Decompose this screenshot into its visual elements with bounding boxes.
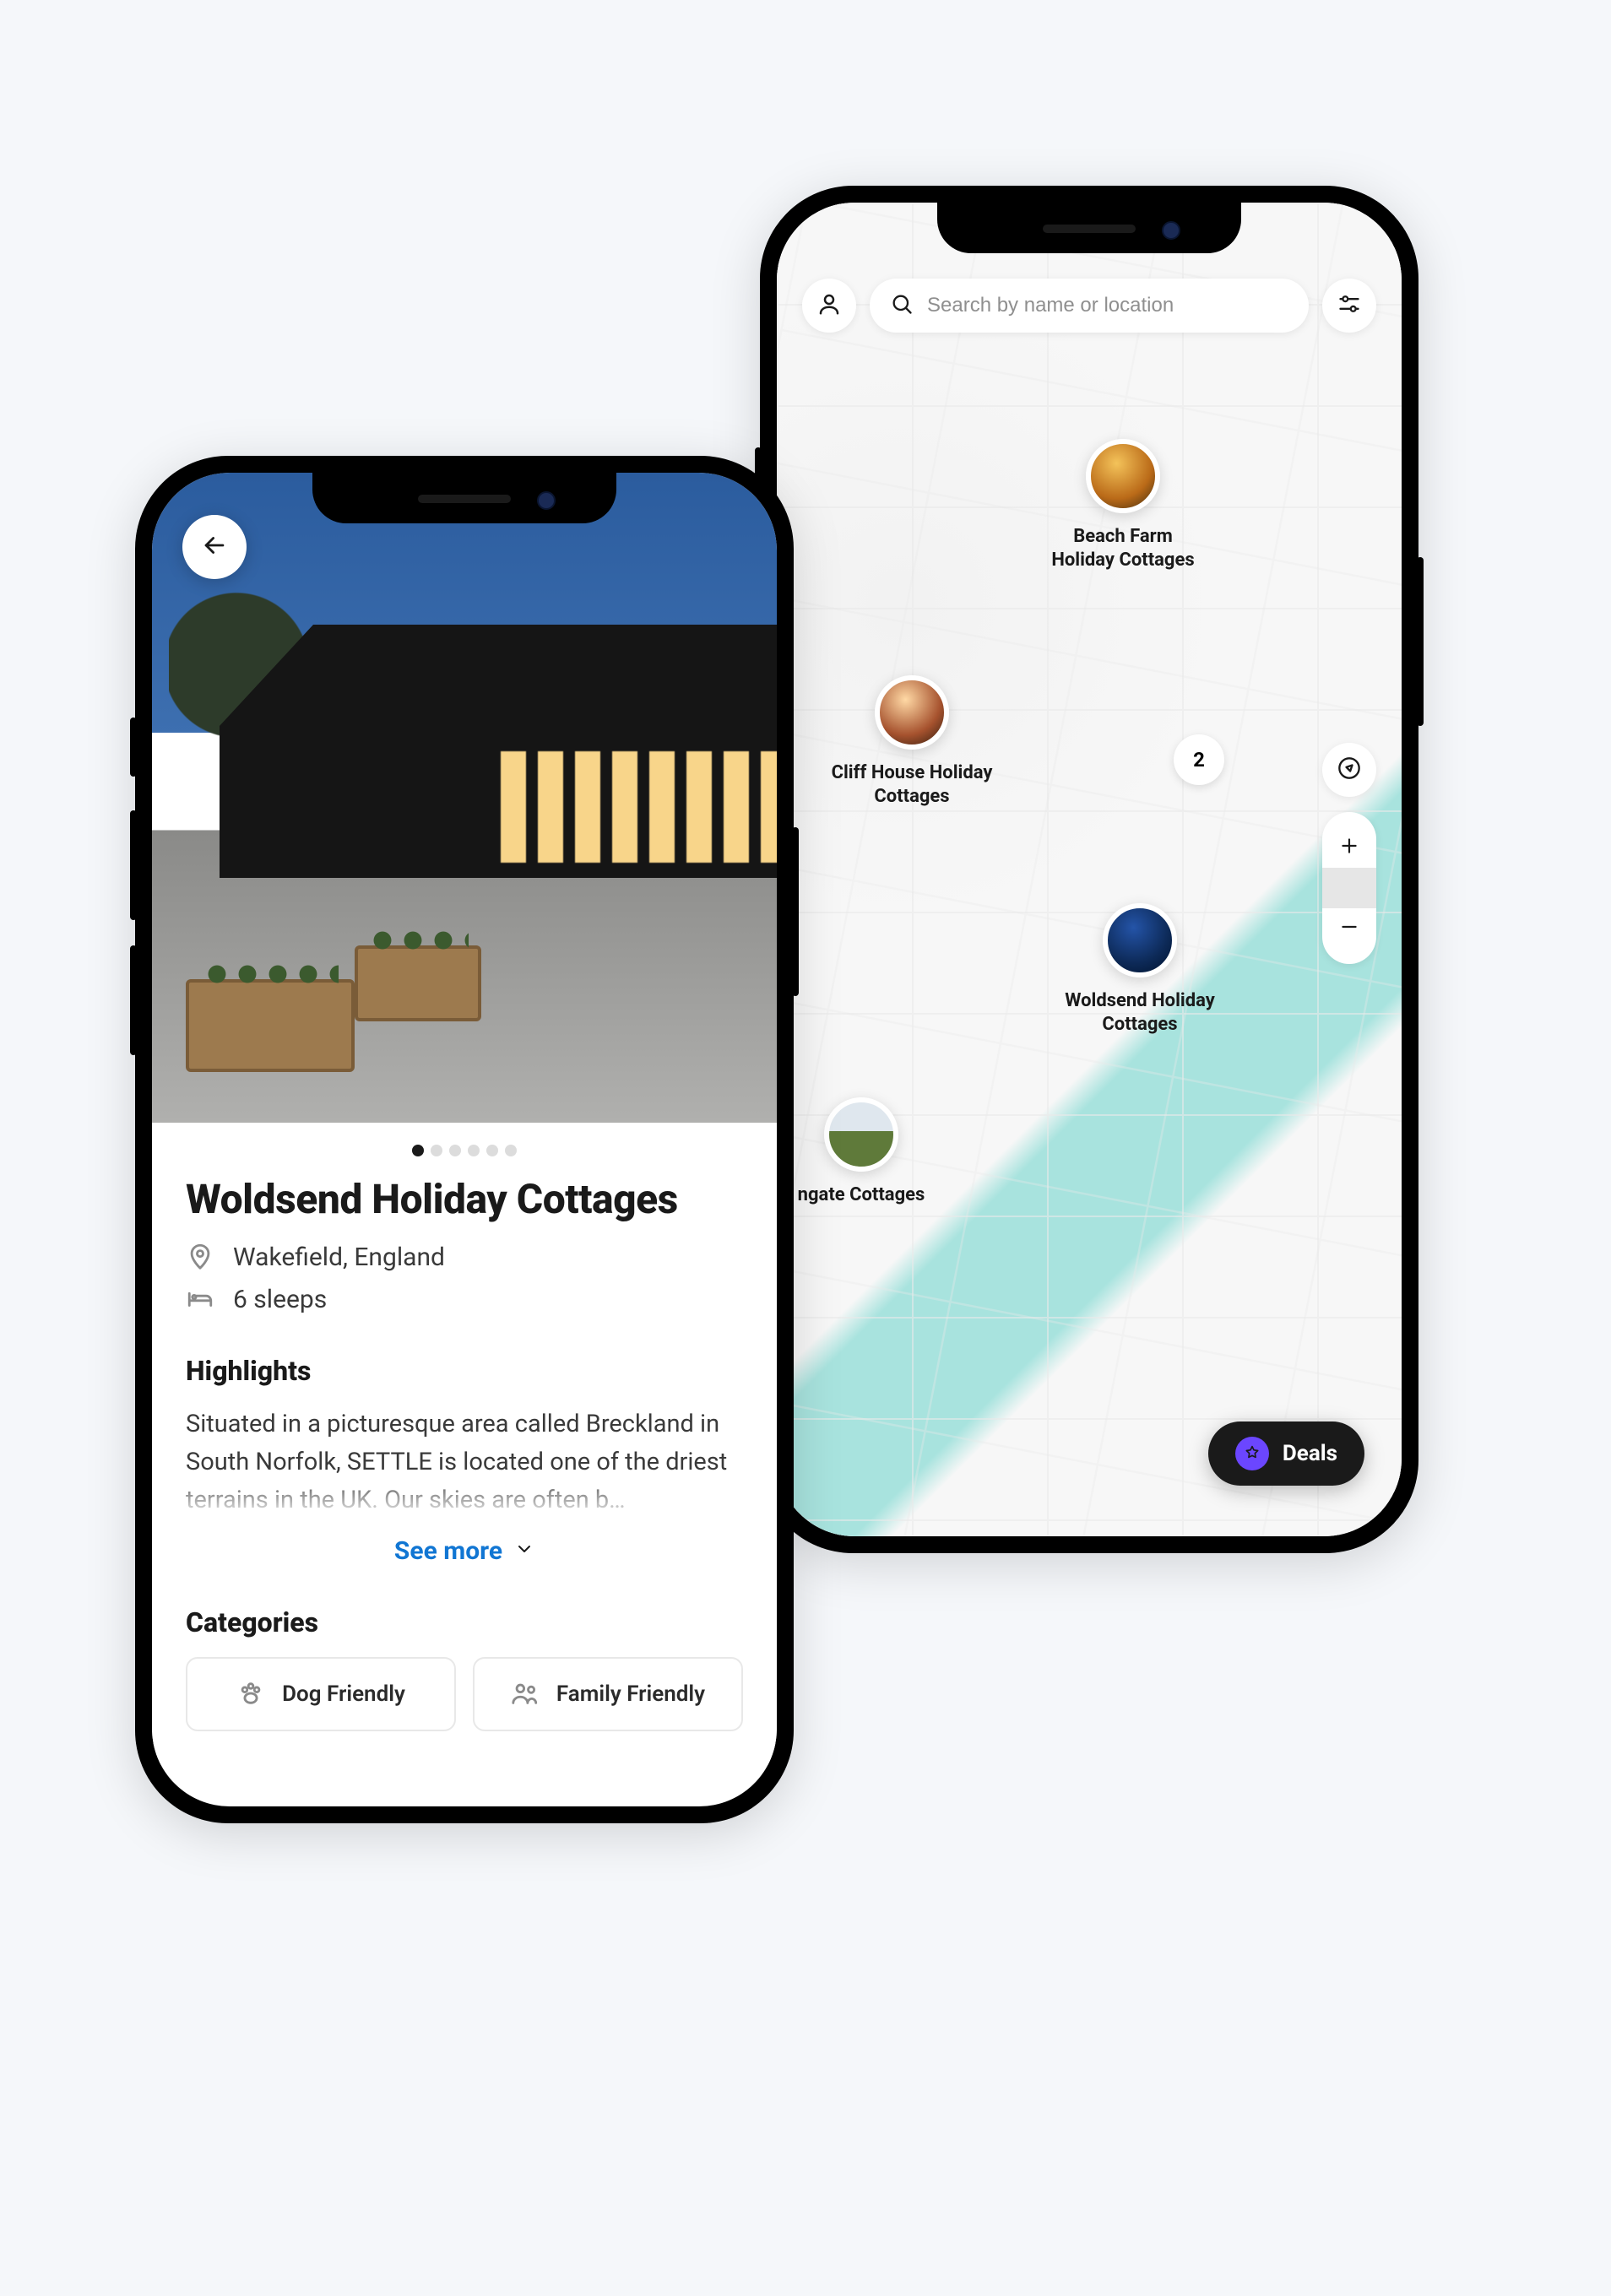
zoom-control xyxy=(1322,812,1376,964)
search-bar[interactable] xyxy=(870,279,1309,333)
category-chip-family[interactable]: Family Friendly xyxy=(473,1657,743,1731)
compass-button[interactable] xyxy=(1322,743,1376,797)
carousel-dot[interactable] xyxy=(431,1145,442,1156)
deals-label: Deals xyxy=(1283,1441,1337,1466)
map-pin-gate[interactable]: ngate Cottages xyxy=(777,1097,954,1207)
user-icon xyxy=(816,291,842,320)
pin-label: Woldsend HolidayCottages xyxy=(1065,989,1215,1036)
paw-icon xyxy=(236,1679,267,1709)
deals-button[interactable]: Deals xyxy=(1208,1421,1364,1486)
pin-avatar xyxy=(1086,439,1160,513)
compass-icon xyxy=(1337,756,1361,783)
device-notch xyxy=(312,473,616,523)
pin-label: Beach FarmHoliday Cottages xyxy=(1051,525,1194,571)
chevron-down-icon xyxy=(514,1536,534,1566)
zoom-out-button[interactable] xyxy=(1322,908,1376,949)
carousel-dot[interactable] xyxy=(468,1145,480,1156)
hero-image[interactable] xyxy=(152,473,777,1123)
cluster-count: 2 xyxy=(1193,748,1205,772)
listing-description: Situated in a picturesque area called Br… xyxy=(186,1405,743,1519)
map-pin-wold[interactable]: Woldsend HolidayCottages xyxy=(1047,903,1233,1036)
map-pin-cliff[interactable]: Cliff House HolidayCottages xyxy=(819,675,1005,808)
see-more-button[interactable]: See more xyxy=(186,1536,743,1566)
detail-sheet: Woldsend Holiday Cottages Wakefield, Eng… xyxy=(152,1123,777,1765)
sliders-icon xyxy=(1337,292,1361,319)
carousel-dot[interactable] xyxy=(505,1145,517,1156)
pin-avatar xyxy=(824,1097,898,1172)
listing-location: Wakefield, England xyxy=(233,1243,445,1272)
map-canvas[interactable] xyxy=(777,203,1402,1536)
carousel-dot[interactable] xyxy=(486,1145,498,1156)
map-pin-beach[interactable]: Beach FarmHoliday Cottages xyxy=(1030,439,1216,571)
listing-title: Woldsend Holiday Cottages xyxy=(186,1175,743,1223)
category-label: Dog Friendly xyxy=(282,1681,405,1707)
pin-label: ngate Cottages xyxy=(798,1183,925,1207)
carousel-dots[interactable] xyxy=(186,1145,743,1156)
categories-heading: Categories xyxy=(186,1606,743,1638)
zoom-in-button[interactable] xyxy=(1322,827,1376,868)
category-label: Family Friendly xyxy=(556,1681,705,1707)
back-button[interactable] xyxy=(182,515,247,579)
arrow-left-icon xyxy=(200,531,229,563)
location-pin-icon xyxy=(186,1242,216,1272)
category-chip-dog[interactable]: Dog Friendly xyxy=(186,1657,456,1731)
listing-sleeps: 6 sleeps xyxy=(233,1285,327,1314)
filter-button[interactable] xyxy=(1322,279,1376,333)
pin-avatar xyxy=(875,675,949,750)
search-icon xyxy=(890,292,914,319)
see-more-label: See more xyxy=(394,1536,502,1566)
carousel-dot[interactable] xyxy=(412,1145,424,1156)
highlights-heading: Highlights xyxy=(186,1355,743,1387)
pin-avatar xyxy=(1103,903,1177,977)
deals-icon xyxy=(1235,1437,1269,1470)
profile-button[interactable] xyxy=(802,279,856,333)
pin-label: Cliff House HolidayCottages xyxy=(832,761,993,808)
carousel-dot[interactable] xyxy=(449,1145,461,1156)
search-input[interactable] xyxy=(927,294,1288,317)
minus-icon xyxy=(1338,916,1360,941)
phone-map-frame: Beach FarmHoliday Cottages Cliff House H… xyxy=(760,186,1418,1553)
phone-detail-frame: Woldsend Holiday Cottages Wakefield, Eng… xyxy=(135,456,794,1823)
family-icon xyxy=(511,1679,541,1709)
plus-icon xyxy=(1338,835,1360,860)
map-cluster[interactable]: 2 xyxy=(1174,734,1224,785)
bed-icon xyxy=(186,1284,216,1314)
device-notch xyxy=(937,203,1241,253)
